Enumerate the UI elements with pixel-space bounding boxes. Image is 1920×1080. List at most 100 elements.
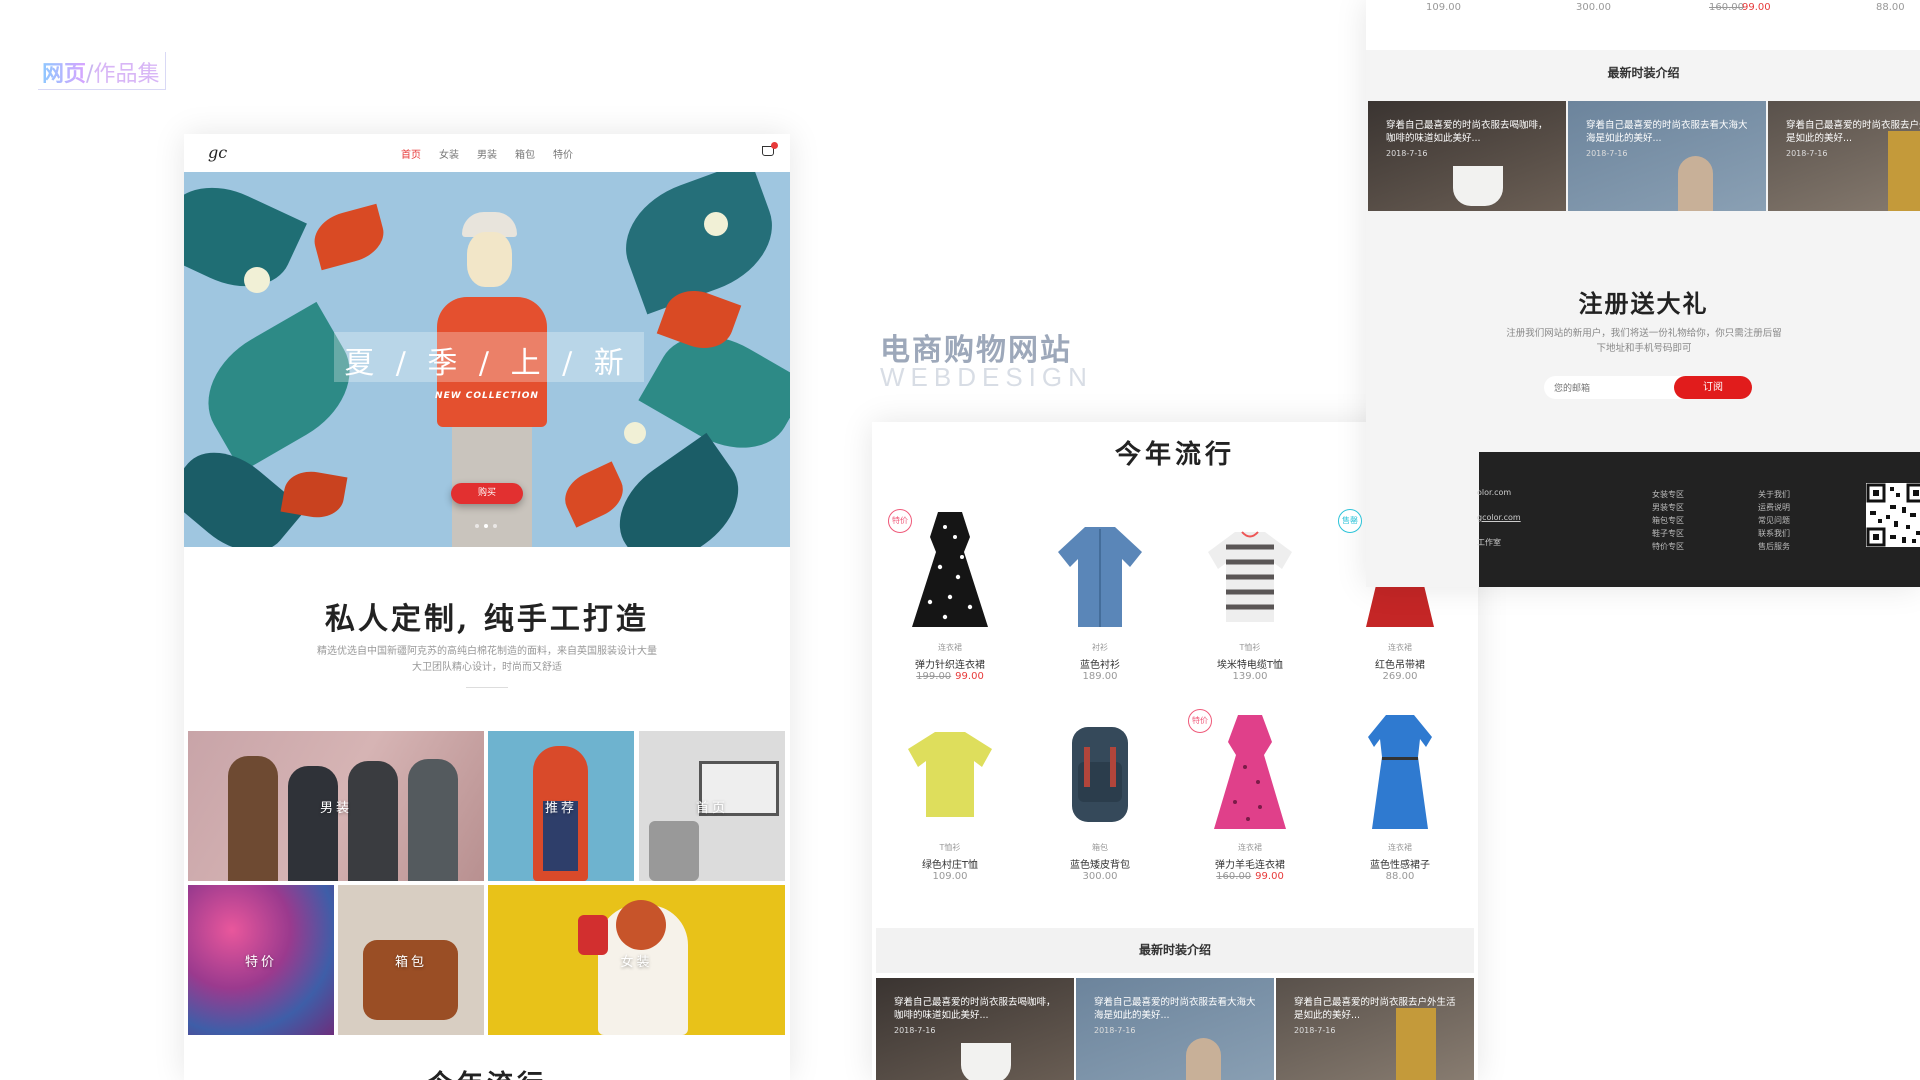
news-text: 穿着自己最喜爱的时尚衣服去看大海大海是如此的美好... bbox=[1586, 120, 1748, 144]
email-field[interactable] bbox=[1544, 376, 1690, 399]
news-text: 穿着自己最喜爱的时尚衣服去喝咖啡，咖啡的味道如此美好... bbox=[894, 997, 1056, 1021]
sale-price: 99.00 bbox=[1742, 2, 1771, 13]
leaf-decoration bbox=[599, 432, 759, 547]
portfolio-tag-part2: 作品集 bbox=[93, 62, 160, 87]
category-tile-bags[interactable]: 箱包 bbox=[338, 885, 484, 1035]
site-logo[interactable]: gc bbox=[208, 143, 227, 162]
old-price: 199.00 bbox=[916, 671, 952, 682]
tile-label: 女装 bbox=[620, 954, 653, 970]
product-name: 红色吊带裙 bbox=[1375, 660, 1425, 671]
product-card[interactable]: 连衣裙 蓝色性感裙子 88.00 bbox=[1330, 702, 1470, 892]
register-desc: 注册我们网站的新用户，我们将送一份礼物给你，你只需注册后留下地址和手机号码即可 bbox=[1506, 328, 1782, 354]
footer-link[interactable]: 常见问题 bbox=[1758, 514, 1790, 527]
news-date: 2018-7-16 bbox=[1094, 1026, 1136, 1035]
product-price: 160.00 99.00 bbox=[1180, 871, 1320, 882]
product-price: 300.00 bbox=[1576, 2, 1611, 13]
product-price: 189.00 bbox=[1082, 671, 1118, 682]
category-tile-men[interactable]: 男装 bbox=[188, 731, 484, 881]
news-text: 穿着自己最喜爱的时尚衣服去看大海大海是如此的美好... bbox=[1094, 997, 1256, 1021]
product-name: 绿色村庄T恤 bbox=[921, 860, 979, 871]
news-card[interactable]: 穿着自己最喜爱的时尚衣服去喝咖啡，咖啡的味道如此美好... 2018-7-16 bbox=[876, 978, 1074, 1080]
sold-out-badge: 售罄 bbox=[1338, 509, 1362, 533]
nav-item-home[interactable]: 首页 bbox=[401, 146, 421, 161]
tile-label: 推荐 bbox=[544, 800, 577, 816]
footer-link[interactable]: 售后服务 bbox=[1758, 540, 1790, 553]
product-price: 139.00 bbox=[1232, 671, 1268, 682]
sale-price: 99.00 bbox=[1255, 871, 1284, 882]
carousel-dot[interactable] bbox=[493, 524, 497, 528]
nav-item-bags[interactable]: 箱包 bbox=[515, 146, 535, 161]
product-price: 269.00 bbox=[1382, 671, 1418, 682]
yellow-tshirt-image bbox=[908, 732, 992, 817]
footer-link[interactable]: 特价专区 bbox=[1652, 540, 1684, 553]
cart-badge bbox=[771, 142, 778, 149]
news-date: 2018-7-16 bbox=[1586, 149, 1628, 158]
footer-link[interactable]: 联系我们 bbox=[1758, 527, 1790, 540]
news-card[interactable]: 穿着自己最喜爱的时尚衣服去户外生活是如此的美好... 2018-7-16 bbox=[1768, 101, 1920, 211]
project-subtitle: WEBDESIGN bbox=[880, 362, 1093, 392]
footer-link[interactable]: 关于我们 bbox=[1758, 488, 1790, 501]
news-card[interactable]: 穿着自己最喜爱的时尚衣服去喝咖啡，咖啡的味道如此美好... 2018-7-16 bbox=[1368, 101, 1566, 211]
news-text: 穿着自己最喜爱的时尚衣服去喝咖啡，咖啡的味道如此美好... bbox=[1386, 120, 1548, 144]
carousel-dots bbox=[475, 524, 497, 528]
carousel-dot[interactable] bbox=[484, 524, 488, 528]
subscribe-button[interactable]: 订阅 bbox=[1674, 376, 1752, 399]
footer-link[interactable]: 运费说明 bbox=[1758, 501, 1790, 514]
tile-label: 首页 bbox=[695, 800, 728, 816]
news-date: 2018-7-16 bbox=[1786, 149, 1828, 158]
home-page-mockup: gc 首页 女装 男装 箱包 特价 夏 / 季 / 上 / 新 NEW COLL… bbox=[184, 134, 790, 1080]
news-section-title: 最新时装介绍 bbox=[876, 928, 1474, 973]
product-category: T恤衫 bbox=[939, 843, 961, 852]
news-card[interactable]: 穿着自己最喜爱的时尚衣服去看大海大海是如此的美好... 2018-7-16 bbox=[1568, 101, 1766, 211]
news-card[interactable]: 穿着自己最喜爱的时尚衣服去户外生活是如此的美好... 2018-7-16 bbox=[1276, 978, 1474, 1080]
footer-link[interactable]: 箱包专区 bbox=[1652, 514, 1684, 527]
hero-subtitle: NEW COLLECTION bbox=[435, 391, 539, 401]
product-category: T恤衫 bbox=[1239, 643, 1261, 652]
divider bbox=[466, 687, 508, 688]
product-card[interactable]: 特价 连衣裙 弹力针织连衣裙 199.00 99.00 bbox=[880, 502, 1020, 692]
footer-link[interactable]: gcolor.com bbox=[1477, 511, 1521, 524]
tile-label: 男装 bbox=[319, 800, 352, 816]
product-card[interactable]: 衬衫 蓝色衬衫 189.00 bbox=[1030, 502, 1170, 692]
sale-badge: 特价 bbox=[888, 509, 912, 533]
news-date: 2018-7-16 bbox=[1386, 149, 1428, 158]
footer-column-about: 关于我们 运费说明 常见问题 联系我们 售后服务 bbox=[1758, 488, 1790, 553]
product-name: 弹力针织连衣裙 bbox=[915, 660, 985, 671]
product-price: 88.00 bbox=[1385, 871, 1415, 882]
footer-text: 工作室 bbox=[1477, 538, 1501, 547]
product-card[interactable]: T恤衫 埃米特电缆T恤 139.00 bbox=[1180, 502, 1320, 692]
nav-item-women[interactable]: 女装 bbox=[439, 146, 459, 161]
product-card[interactable]: 特价 连衣裙 弹力羊毛连衣裙 160.00 99.00 bbox=[1180, 702, 1320, 892]
category-tile-sale[interactable]: 特价 bbox=[188, 885, 334, 1035]
category-tile-women[interactable]: 女装 bbox=[488, 885, 785, 1035]
product-card[interactable]: 箱包 蓝色矮皮背包 300.00 bbox=[1030, 702, 1170, 892]
price-row: 109.00 300.00 160.00 99.00 88.00 bbox=[1366, 0, 1920, 50]
product-name: 埃米特电缆T恤 bbox=[1216, 660, 1284, 671]
buy-button[interactable]: 购买 bbox=[451, 483, 523, 504]
site-footer: olor.com gcolor.com 工作室 女装专区 男装专区 箱包专区 鞋… bbox=[1477, 452, 1920, 587]
flower-decoration bbox=[704, 212, 728, 236]
nav-links: 首页 女装 男装 箱包 特价 bbox=[401, 146, 573, 161]
product-card[interactable]: T恤衫 绿色村庄T恤 109.00 bbox=[880, 702, 1020, 892]
footer-link[interactable]: 男装专区 bbox=[1652, 501, 1684, 514]
nav-item-sale[interactable]: 特价 bbox=[553, 146, 573, 161]
footer-link[interactable]: 鞋子专区 bbox=[1652, 527, 1684, 540]
qr-code-icon bbox=[1866, 483, 1920, 547]
footer-contact: olor.com gcolor.com 工作室 bbox=[1477, 486, 1521, 549]
category-tile-home[interactable]: 首页 bbox=[639, 731, 785, 881]
top-nav: gc 首页 女装 男装 箱包 特价 bbox=[184, 134, 790, 172]
news-card[interactable]: 穿着自己最喜爱的时尚衣服去看大海大海是如此的美好... 2018-7-16 bbox=[1076, 978, 1274, 1080]
footer-column-categories: 女装专区 男装专区 箱包专区 鞋子专区 特价专区 bbox=[1652, 488, 1684, 553]
hero-banner: 夏 / 季 / 上 / 新 NEW COLLECTION 购买 bbox=[184, 172, 790, 547]
carousel-dot[interactable] bbox=[475, 524, 479, 528]
category-tile-recommend[interactable]: 推荐 bbox=[488, 731, 634, 881]
news-date: 2018-7-16 bbox=[1294, 1026, 1336, 1035]
register-page-mockup: 109.00 300.00 160.00 99.00 88.00 最新时装介绍 … bbox=[1366, 0, 1920, 587]
flower-decoration bbox=[624, 422, 646, 444]
sale-badge: 特价 bbox=[1188, 709, 1212, 733]
nav-item-men[interactable]: 男装 bbox=[477, 146, 497, 161]
old-price: 160.00 bbox=[1216, 871, 1252, 882]
footer-link[interactable]: 女装专区 bbox=[1652, 488, 1684, 501]
craft-section-desc: 精选优选自中国新疆阿克苏的高纯白棉花制造的面料，来自英国服装设计大量大卫团队精心… bbox=[317, 646, 657, 673]
tile-label: 箱包 bbox=[394, 954, 427, 970]
